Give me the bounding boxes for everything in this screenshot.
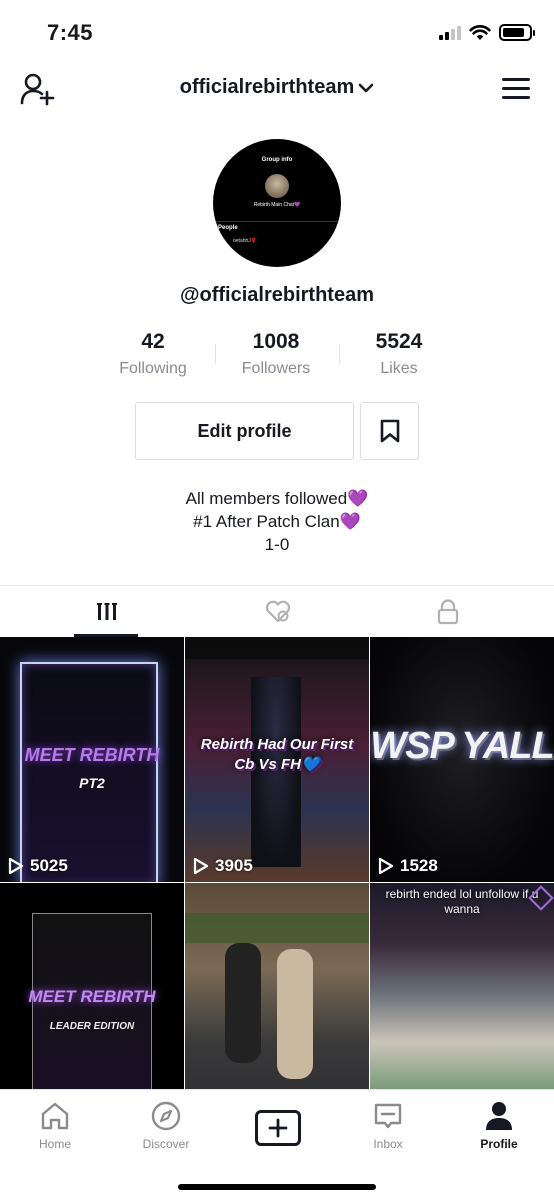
username-title: officialrebirthteam (179, 76, 355, 98)
favorites-button[interactable] (360, 402, 419, 460)
video-thumbnail[interactable]: rebirth ended lol unfollow if u wanna (370, 883, 554, 1090)
menu-line (502, 96, 530, 99)
nav-inbox[interactable]: Inbox (333, 1099, 443, 1151)
compass-icon (111, 1099, 221, 1133)
plus-icon (268, 1118, 288, 1138)
avatar-group-photo (265, 174, 289, 198)
bio-text: #1 After Patch Clan (193, 512, 340, 531)
nav-label: Inbox (373, 1137, 403, 1151)
home-indicator (178, 1184, 376, 1190)
account-switcher[interactable]: officialrebirthteam (0, 76, 554, 99)
video-subtitle: PT2 (79, 775, 105, 791)
purple-heart-emoji: 💜 (339, 512, 361, 531)
view-count: 5025 (8, 856, 68, 876)
video-title: rebirth ended lol unfollow if u wanna (385, 887, 539, 916)
video-thumbnail[interactable] (185, 883, 369, 1090)
wifi-icon (469, 24, 491, 40)
stat-value: 5524 (375, 330, 423, 353)
video-title: WSP YALL (370, 725, 554, 767)
bio-text: All members followed (185, 489, 348, 508)
stat-following[interactable]: 42 Following (88, 330, 218, 378)
bottom-nav: Home Discover Inbox Profile (0, 1089, 554, 1200)
stat-label: Following (119, 360, 187, 377)
tab-private[interactable] (355, 586, 540, 638)
nav-profile[interactable]: Profile (444, 1099, 554, 1151)
play-icon (378, 857, 394, 875)
avatar[interactable]: Group info Rebirth Main Chat💜 People oet… (213, 139, 341, 267)
stat-label: Followers (241, 360, 311, 377)
avatar-chat-name: Rebirth Main Chat💜 (253, 202, 301, 208)
avatar-member: oetahhJ🌹 (233, 238, 258, 244)
avatar-people-label: People (218, 225, 238, 231)
edit-profile-button[interactable]: Edit profile (135, 402, 354, 460)
status-icons (439, 24, 535, 41)
play-icon (193, 857, 209, 875)
nav-discover[interactable]: Discover (111, 1099, 221, 1151)
status-bar: 7:45 (0, 0, 554, 62)
create-button[interactable] (255, 1110, 301, 1146)
avatar-divider (213, 221, 341, 222)
menu-button[interactable] (502, 78, 530, 100)
profile-handle: @officialrebirthteam (180, 284, 374, 306)
bookmark-icon (380, 419, 399, 443)
nav-label: Profile (480, 1137, 518, 1151)
view-count: 3905 (193, 856, 253, 876)
avatar-group-label: Group info (261, 157, 293, 163)
top-nav: officialrebirthteam (0, 66, 554, 112)
nav-home[interactable]: Home (0, 1099, 110, 1151)
video-thumbnail[interactable]: MEET REBIRTH PT2 5025 (0, 637, 184, 882)
inbox-icon (333, 1099, 443, 1133)
status-time: 7:45 (47, 20, 94, 45)
scoreboard-bar (185, 637, 369, 659)
view-count: 1528 (378, 856, 438, 876)
stat-followers[interactable]: 1008 Followers (211, 330, 341, 378)
tab-videos[interactable] (14, 586, 199, 638)
video-frame (20, 662, 158, 882)
menu-line (502, 87, 530, 90)
battery-icon (499, 24, 535, 41)
purple-heart-emoji: 💜 (347, 489, 369, 508)
grid-icon (96, 603, 117, 620)
bio-line: 1-0 (264, 535, 290, 554)
nav-label: Home (38, 1137, 71, 1151)
video-title: MEET REBIRTH (28, 987, 156, 1006)
video-thumbnail[interactable]: MEET REBIRTH LEADER EDITION (0, 883, 184, 1090)
bio: All members followed💜 #1 After Patch Cla… (0, 487, 554, 556)
chevron-down-icon (358, 83, 374, 93)
crowd-band (185, 913, 369, 943)
player-figure (277, 949, 313, 1079)
view-count-value: 5025 (30, 856, 68, 875)
stat-value: 1008 (252, 330, 300, 353)
view-count-value: 3905 (215, 856, 253, 875)
stat-likes[interactable]: 5524 Likes (334, 330, 464, 378)
video-subtitle: LEADER EDITION (49, 1021, 135, 1032)
menu-line (502, 78, 530, 81)
tab-liked[interactable] (185, 586, 370, 638)
nav-label: Discover (142, 1137, 190, 1151)
battery-fill (503, 28, 525, 37)
stats-row: 42 Following 1008 Followers 5524 Likes (0, 330, 554, 382)
lock-icon (437, 599, 458, 625)
video-thumbnail[interactable]: Rebirth Had Our First Cb Vs FH💙 3905 (185, 637, 369, 882)
video-title: MEET REBIRTH (24, 745, 160, 765)
home-icon (0, 1099, 110, 1133)
hidden-heart-icon (265, 600, 290, 623)
profile-icon (444, 1099, 554, 1133)
cellular-signal-icon (439, 25, 461, 40)
content-tabs (0, 585, 554, 637)
bio-line: All members followed💜 (0, 487, 554, 510)
play-icon (8, 857, 24, 875)
video-grid: MEET REBIRTH PT2 5025 Rebirth Had Our Fi… (0, 637, 554, 1090)
player-figure (225, 943, 261, 1063)
bio-line: #1 After Patch Clan💜 (0, 510, 554, 533)
video-title: Rebirth Had Our First Cb Vs FH💙 (200, 736, 354, 773)
video-thumbnail[interactable]: WSP YALL 1528 (370, 637, 554, 882)
view-count-value: 1528 (400, 856, 438, 875)
stat-label: Likes (380, 360, 418, 377)
stat-value: 42 (141, 330, 165, 353)
